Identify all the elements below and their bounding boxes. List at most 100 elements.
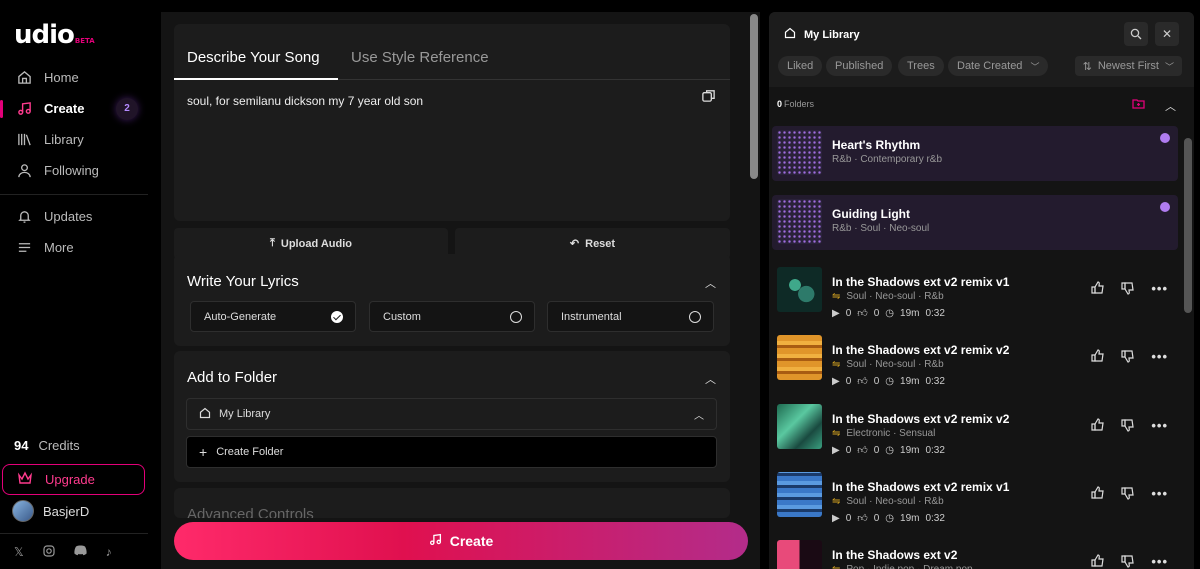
instagram-icon[interactable]: [43, 545, 55, 560]
track-title[interactable]: In the Shadows ext v2 remix v2: [832, 412, 1009, 426]
thumbs-down-icon[interactable]: [1121, 349, 1135, 366]
discord-icon[interactable]: [74, 545, 87, 560]
thumbs-up-icon[interactable]: [1091, 349, 1105, 366]
more-options-icon[interactable]: •••: [1151, 554, 1168, 569]
tab-describe-song[interactable]: Describe Your Song: [187, 49, 320, 66]
thumbs-up-icon[interactable]: [1091, 418, 1105, 435]
track-cover[interactable]: [777, 267, 822, 312]
nav-home[interactable]: Home: [0, 62, 160, 93]
prompt-input[interactable]: soul, for semilanu dickson my 7 year old…: [187, 94, 423, 108]
track-row[interactable]: In the Shadows ext v2 ⇋Pop · Indie pop · …: [772, 536, 1178, 569]
filter-liked[interactable]: Liked: [778, 56, 823, 76]
track-title[interactable]: Heart's Rhythm: [832, 138, 920, 152]
copy-icon[interactable]: [701, 88, 716, 106]
track-row[interactable]: In the Shadows ext v2 remix v1 ⇋ Soul · Ne…: [772, 263, 1178, 319]
nav-more[interactable]: More: [0, 232, 160, 263]
folder-title[interactable]: Add to Folder: [187, 369, 277, 386]
chevron-up-icon[interactable]: ︿: [705, 371, 716, 387]
tag-icon: ⇋: [832, 359, 841, 370]
filter-trees[interactable]: Trees: [898, 56, 944, 76]
track-title[interactable]: In the Shadows ext v2 remix v1: [832, 480, 1009, 494]
track-cover[interactable]: [777, 540, 822, 569]
track-stats: ▶ 0 👍︎ 0 ◷ 19m 0:32: [832, 512, 945, 525]
option-custom[interactable]: Custom: [369, 301, 535, 332]
play-icon[interactable]: ▶: [832, 513, 840, 524]
more-options-icon[interactable]: •••: [1151, 281, 1168, 298]
track-tags: ⇋ Electronic · Sensual: [832, 428, 936, 439]
track-cover[interactable]: [777, 199, 822, 244]
play-icon[interactable]: ▶: [832, 376, 840, 387]
option-auto-generate[interactable]: Auto-Generate: [190, 301, 356, 332]
nav-updates[interactable]: Updates: [0, 201, 160, 232]
sort-select[interactable]: ⇅ Newest First ﹀: [1074, 56, 1182, 76]
nav-library[interactable]: Library: [0, 124, 160, 155]
track-cover[interactable]: [777, 130, 822, 175]
add-folder-icon[interactable]: [1132, 98, 1145, 112]
avatar: [12, 500, 34, 522]
search-button[interactable]: [1124, 22, 1148, 46]
track-row[interactable]: In the Shadows ext v2 remix v2 ⇋ Soul · Ne…: [772, 331, 1178, 387]
library-scrollbar[interactable]: [1184, 118, 1192, 569]
more-options-icon[interactable]: •••: [1151, 418, 1168, 435]
track-cover[interactable]: [777, 335, 822, 380]
play-icon[interactable]: ▶: [832, 445, 840, 456]
center-scrollbar[interactable]: [750, 14, 758, 510]
create-panel: Describe Your Song Use Style Reference s…: [161, 12, 760, 569]
play-icon[interactable]: ▶: [832, 308, 840, 319]
track-row[interactable]: Heart's Rhythm R&b · Contemporary r&b: [772, 126, 1178, 181]
chevron-up-icon[interactable]: ︿: [705, 275, 716, 291]
track-title[interactable]: In the Shadows ext v2 remix v2: [832, 343, 1009, 357]
track-title[interactable]: In the Shadows ext v2 remix v1: [832, 275, 1009, 289]
chevron-up-icon[interactable]: ︿: [1165, 98, 1176, 114]
username: BasjerD: [43, 503, 90, 519]
thumbs-down-icon[interactable]: [1121, 418, 1135, 435]
x-icon[interactable]: 𝕏: [14, 545, 24, 560]
more-options-icon[interactable]: •••: [1151, 486, 1168, 503]
library-header: My Library ✕ Liked Published Trees Date …: [769, 12, 1194, 87]
create-folder-button[interactable]: + Create Folder: [186, 436, 717, 468]
user-profile[interactable]: BasjerD: [12, 500, 89, 522]
folder-section: Add to Folder ︿ My Library ︿ + Create Fold…: [174, 351, 730, 482]
clock-icon: ◷: [885, 375, 895, 387]
thumbs-up-icon[interactable]: [1091, 554, 1105, 569]
thumbs-down-icon[interactable]: [1121, 281, 1135, 298]
thumbs-up-icon[interactable]: [1091, 281, 1105, 298]
thumbs-down-icon[interactable]: [1121, 554, 1135, 569]
track-cover[interactable]: [777, 472, 822, 517]
lyrics-title[interactable]: Write Your Lyrics: [187, 273, 299, 290]
more-options-icon[interactable]: •••: [1151, 349, 1168, 366]
track-cover[interactable]: [777, 404, 822, 449]
close-button[interactable]: ✕: [1155, 22, 1179, 46]
advanced-title[interactable]: Advanced Controls: [187, 506, 314, 518]
thumbs-down-icon[interactable]: [1121, 486, 1135, 503]
nav-create[interactable]: Create 2: [0, 93, 160, 124]
track-row[interactable]: Guiding Light R&b · Soul · Neo-soul: [772, 195, 1178, 250]
selected-indicator[interactable]: [1160, 133, 1170, 143]
library-title[interactable]: My Library: [784, 27, 860, 42]
create-button[interactable]: Create: [174, 522, 748, 560]
home-icon: [16, 70, 32, 86]
filter-date-created[interactable]: Date Created ﹀: [948, 56, 1049, 76]
track-tags: R&b · Soul · Neo-soul: [832, 223, 930, 234]
tag-icon: ⇋: [832, 291, 841, 302]
reset-icon: ↶: [569, 238, 580, 250]
track-row[interactable]: In the Shadows ext v2 remix v1 ⇋ Soul · Ne…: [772, 468, 1178, 525]
selected-indicator[interactable]: [1160, 202, 1170, 212]
track-tags: ⇋ Soul · Neo-soul · R&b: [832, 496, 944, 507]
tab-style-reference[interactable]: Use Style Reference: [351, 49, 489, 66]
track-title[interactable]: In the Shadows ext v2: [832, 548, 957, 562]
tiktok-icon[interactable]: ♪: [106, 545, 112, 560]
upload-icon: ⤒: [270, 237, 275, 249]
option-instrumental[interactable]: Instrumental: [547, 301, 714, 332]
logo[interactable]: udioBETA: [14, 20, 95, 50]
track-title[interactable]: Guiding Light: [832, 207, 910, 221]
active-tab-indicator: [174, 78, 338, 80]
track-actions: •••: [1091, 486, 1168, 503]
chevron-up-icon: ︿: [694, 410, 704, 422]
track-row[interactable]: In the Shadows ext v2 remix v2 ⇋ Electroni…: [772, 400, 1178, 456]
nav-following[interactable]: Following: [0, 155, 160, 186]
folder-select[interactable]: My Library ︿: [186, 398, 717, 430]
thumbs-up-icon[interactable]: [1091, 486, 1105, 503]
filter-published[interactable]: Published: [826, 56, 893, 76]
upgrade-button[interactable]: Upgrade: [2, 464, 145, 495]
